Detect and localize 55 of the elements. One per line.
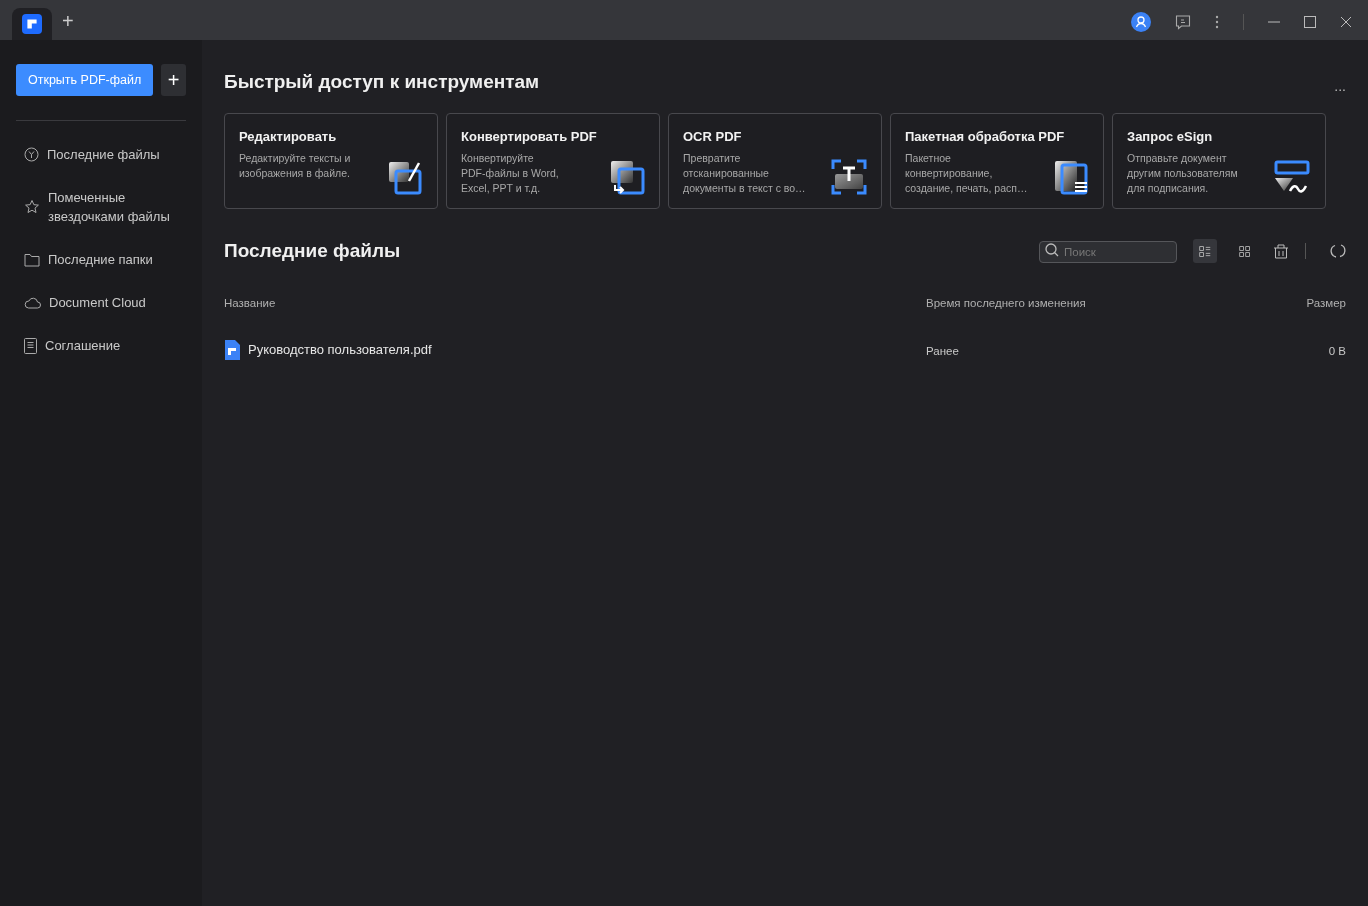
file-name[interactable]: Руководство пользователя.pdf bbox=[248, 339, 432, 360]
sidebar-item[interactable]: Помеченные звездочками файлы bbox=[48, 188, 170, 226]
more-options-icon[interactable] bbox=[1215, 15, 1219, 29]
list-view-icon bbox=[1199, 243, 1211, 259]
cloud-icon bbox=[24, 296, 41, 309]
batch-tool-icon bbox=[1053, 159, 1089, 195]
convert-tool-icon bbox=[609, 159, 645, 195]
tool-title: Конвертировать PDF bbox=[461, 128, 597, 146]
tool-description: Редактируйте тексты и изображения в файле. bbox=[239, 150, 352, 181]
modified-time: Ранее bbox=[926, 344, 959, 357]
tool-card[interactable]: Конвертировать PDF Конвертируйте PDF-файлы в Word, Excel, PPT и т.д. bbox=[446, 113, 660, 209]
app-tab[interactable] bbox=[12, 8, 52, 40]
close-icon[interactable] bbox=[1340, 16, 1352, 28]
tool-title: OCR PDF bbox=[683, 128, 742, 146]
sidebar-item[interactable]: Последние папки bbox=[48, 250, 153, 269]
file-size: 0 B bbox=[1328, 344, 1346, 357]
tool-description: Превратите отсканированные документы в текст с во… bbox=[683, 150, 807, 196]
tool-title: Пакетная обработка PDF bbox=[905, 128, 1065, 146]
column-header: Размер bbox=[1306, 296, 1346, 309]
section-title: Последние файлы bbox=[224, 239, 401, 263]
folder-icon bbox=[24, 252, 40, 267]
tool-description: Конвертируйте PDF-файлы в Word, Excel, PPT и т.д. bbox=[461, 150, 560, 196]
feedback-icon[interactable] bbox=[1175, 14, 1191, 30]
pdf-file-icon bbox=[224, 339, 240, 360]
edit-tool-icon bbox=[387, 159, 423, 195]
tool-description: Пакетное конвертирование, создание, печать, расп… bbox=[905, 150, 1029, 196]
more-button[interactable]: ... bbox=[1334, 76, 1346, 97]
column-header: Время последнего изменения bbox=[926, 296, 1086, 309]
tool-card[interactable]: Запрос eSign Отправьте документ другим пользователям для подписания. bbox=[1112, 113, 1326, 209]
grid-view-icon bbox=[1239, 243, 1251, 259]
add-button[interactable]: + bbox=[161, 64, 186, 96]
account-icon[interactable] bbox=[1131, 12, 1151, 32]
tool-card[interactable]: OCR PDF Превратите отсканированные документы в текст с во… bbox=[668, 113, 882, 209]
ocr-tool-icon bbox=[831, 159, 867, 195]
refresh-icon[interactable] bbox=[1330, 243, 1346, 260]
document-icon bbox=[24, 337, 37, 354]
sidebar-item[interactable]: Последние файлы bbox=[47, 145, 160, 164]
tool-title: Редактировать bbox=[239, 128, 337, 146]
tool-title: Запрос eSign bbox=[1127, 128, 1213, 146]
tool-card[interactable]: Редактировать Редактируйте тексты и изображения в файле. bbox=[224, 113, 438, 209]
sidebar-item[interactable]: Document Cloud bbox=[49, 293, 146, 312]
column-header: Название bbox=[224, 296, 276, 309]
clock-icon bbox=[24, 147, 39, 162]
list-view-button[interactable] bbox=[1193, 239, 1217, 264]
trash-icon[interactable] bbox=[1273, 243, 1289, 260]
app-logo-icon bbox=[22, 14, 42, 34]
maximize-icon[interactable] bbox=[1304, 16, 1316, 28]
star-icon bbox=[24, 199, 40, 215]
search-field[interactable]: Поиск bbox=[1039, 241, 1177, 264]
new-tab-button[interactable]: + bbox=[52, 6, 84, 36]
sidebar-item[interactable]: Соглашение bbox=[45, 336, 121, 355]
section-title: Быстрый доступ к инструментам bbox=[224, 70, 540, 95]
tool-description: Отправьте документ другим пользователям для подписания. bbox=[1127, 150, 1239, 196]
tool-card[interactable]: Пакетная обработка PDF Пакетное конвертирование, создание, печать, расп… bbox=[890, 113, 1104, 209]
esign-tool-icon bbox=[1273, 159, 1311, 195]
